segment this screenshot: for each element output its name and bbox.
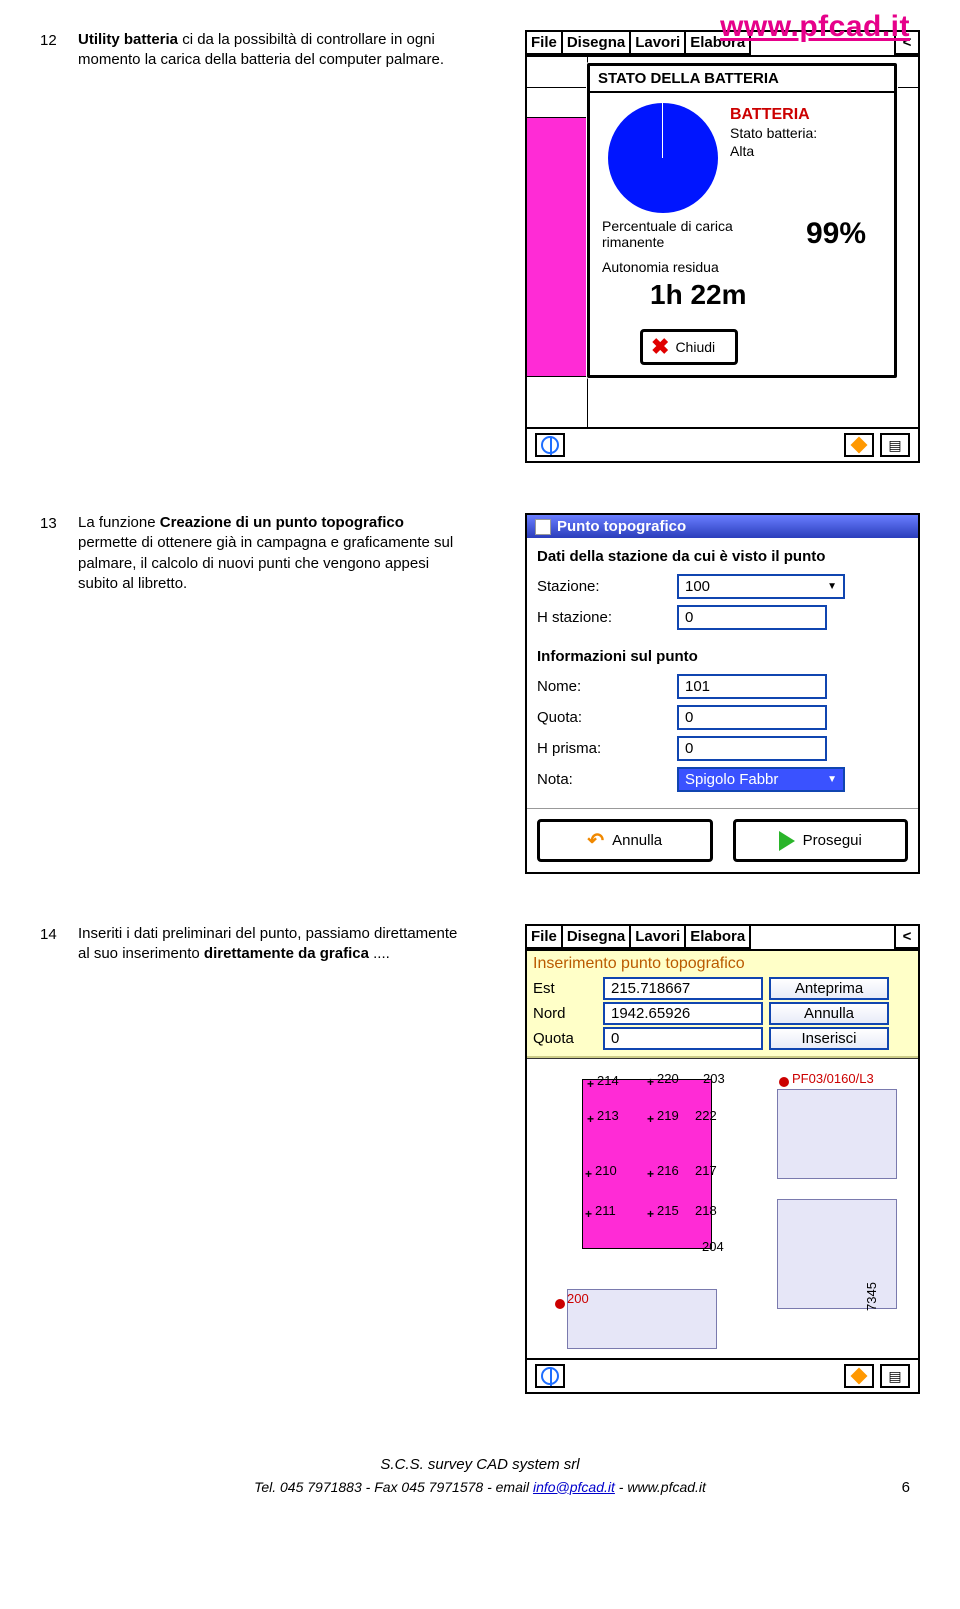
chevron-down-icon: ▼: [827, 774, 837, 785]
nome-input[interactable]: 101: [677, 674, 827, 699]
page-footer: S.C.S. survey CAD system srl Tel. 045 79…: [40, 1454, 920, 1498]
insert-panel: Inserimento punto topografico Est 215.71…: [527, 951, 918, 1058]
stazione-select[interactable]: 100 ▼: [677, 574, 845, 599]
marker-200-icon: [555, 1299, 565, 1309]
header-url[interactable]: www.pfcad.it: [720, 10, 910, 44]
menu-disegna[interactable]: Disegna: [563, 32, 631, 55]
battery-autonomy-label: Autonomia residua: [590, 255, 894, 279]
tool-diamond-icon[interactable]: [844, 433, 874, 457]
row-number: 13: [40, 513, 78, 532]
row-12: 12 Utility batteria ci da la possibiltà …: [40, 30, 920, 463]
row-13: 13 La funzione Creazione di un punto top…: [40, 513, 920, 874]
dialog-title: STATO DELLA BATTERIA: [590, 66, 894, 93]
battery-pct-value: 99%: [806, 217, 882, 251]
map-canvas: STATO DELLA BATTERIA BATTERIA Stato batt…: [527, 57, 918, 427]
menu-disegna[interactable]: Disegna: [563, 926, 631, 949]
pf-marker-icon: [779, 1077, 789, 1087]
insert-title: Inserimento punto topografico: [533, 955, 912, 973]
pf-label: PF03/0160/L3: [792, 1071, 874, 1086]
prosegui-button[interactable]: Prosegui: [733, 819, 909, 862]
row-number: 12: [40, 30, 78, 49]
menu-file[interactable]: File: [527, 32, 563, 55]
battery-state-value: Alta: [730, 143, 817, 161]
annulla-button[interactable]: ↶ Annulla: [537, 819, 713, 862]
stazione-value: 100: [685, 578, 710, 595]
nota-value: Spigolo Fabbr: [685, 771, 778, 788]
footer-contact: Tel. 045 7971883 - Fax 045 7971578 - ema…: [254, 1479, 533, 1495]
chevron-down-icon: ▼: [827, 581, 837, 592]
menubar: File Disegna Lavori Elabora <: [527, 926, 918, 951]
battery-state-label: Stato batteria:: [730, 125, 817, 143]
hstazione-input[interactable]: 0: [677, 605, 827, 630]
prosegui-label: Prosegui: [803, 832, 862, 849]
screenshot-form: Punto topografico Dati della stazione da…: [525, 513, 920, 874]
nord-input[interactable]: 1942.65926: [603, 1002, 763, 1025]
tool-diamond-icon[interactable]: [844, 1364, 874, 1388]
window-icon: [535, 519, 551, 535]
footer-email-link[interactable]: info@pfcad.it: [533, 1479, 615, 1495]
hprisma-input[interactable]: 0: [677, 736, 827, 761]
row-text: La funzione Creazione di un punto topogr…: [78, 513, 478, 594]
close-button[interactable]: ✖ Chiudi: [640, 329, 738, 365]
quota-input[interactable]: 0: [677, 705, 827, 730]
tool-nav-icon[interactable]: [535, 1364, 565, 1388]
nota-select[interactable]: Spigolo Fabbr ▼: [677, 767, 845, 792]
menu-lavori[interactable]: Lavori: [631, 32, 686, 55]
footer-company: S.C.S. survey CAD system srl: [40, 1454, 920, 1477]
undo-icon: ↶: [587, 828, 604, 853]
hprisma-label: H prisma:: [537, 740, 677, 757]
text-pre: La funzione: [78, 514, 160, 531]
bottom-toolbar: ▤: [527, 427, 918, 461]
annulla-button[interactable]: Annulla: [769, 1002, 889, 1025]
row-14: 14 Inseriti i dati preliminari del punto…: [40, 924, 920, 1394]
nome-label: Nome:: [537, 678, 677, 695]
bold-term: Creazione di un punto topografico: [160, 514, 404, 531]
nota-label: Nota:: [537, 771, 677, 788]
form-title: Punto topografico: [557, 518, 686, 535]
text-rest: ....: [369, 945, 390, 962]
est-label: Est: [533, 980, 597, 997]
page-number: 6: [902, 1479, 910, 1496]
battery-pie-icon: [608, 103, 718, 213]
text-rest: permette di ottenere già in campagna e g…: [78, 534, 453, 592]
anteprima-button[interactable]: Anteprima: [769, 977, 889, 1000]
row-number: 14: [40, 924, 78, 943]
bottom-toolbar: ▤: [527, 1358, 918, 1392]
inserisci-button[interactable]: Inserisci: [769, 1027, 889, 1050]
tool-cylinder-icon[interactable]: ▤: [880, 433, 910, 457]
battery-heading: BATTERIA: [730, 105, 817, 125]
menu-elabora[interactable]: Elabora: [686, 926, 751, 949]
menu-back[interactable]: <: [894, 926, 918, 949]
screenshot-insert: File Disegna Lavori Elabora < Inseriment…: [525, 924, 920, 1394]
annulla-label: Annulla: [612, 832, 662, 849]
bold-term: direttamente da grafica: [204, 945, 369, 962]
form-titlebar: Punto topografico: [527, 515, 918, 538]
close-label: Chiudi: [675, 339, 715, 355]
close-icon: ✖: [651, 336, 669, 358]
quota-input[interactable]: 0: [603, 1027, 763, 1050]
quota-label: Quota:: [537, 709, 677, 726]
footer-site: www.pfcad.it: [627, 1479, 706, 1495]
map-view[interactable]: +214 +220 203 +213 +219 222 +210 +216 21…: [527, 1058, 918, 1358]
battery-pct-label: Percentuale di carica rimanente: [602, 218, 742, 250]
bold-term: Utility batteria: [78, 31, 178, 48]
arrow-right-icon: [779, 831, 795, 851]
est-input[interactable]: 215.718667: [603, 977, 763, 1000]
stazione-label: Stazione:: [537, 578, 677, 595]
battery-autonomy-value: 1h 22m: [590, 279, 894, 321]
row-text: Inseriti i dati preliminari del punto, p…: [78, 924, 478, 965]
row-text: Utility batteria ci da la possibiltà di …: [78, 30, 478, 71]
footer-sep: -: [615, 1479, 627, 1495]
tool-cylinder-icon[interactable]: ▤: [880, 1364, 910, 1388]
quota-label: Quota: [533, 1030, 597, 1047]
menu-lavori[interactable]: Lavori: [631, 926, 686, 949]
battery-dialog: STATO DELLA BATTERIA BATTERIA Stato batt…: [587, 63, 897, 378]
screenshot-battery: File Disegna Lavori Elabora < STATO DELL…: [525, 30, 920, 463]
menu-file[interactable]: File: [527, 926, 563, 949]
section-station: Dati della stazione da cui è visto il pu…: [537, 548, 908, 566]
nord-label: Nord: [533, 1005, 597, 1022]
tool-nav-icon[interactable]: [535, 433, 565, 457]
hstazione-label: H stazione:: [537, 609, 677, 626]
section-point: Informazioni sul punto: [537, 648, 908, 666]
